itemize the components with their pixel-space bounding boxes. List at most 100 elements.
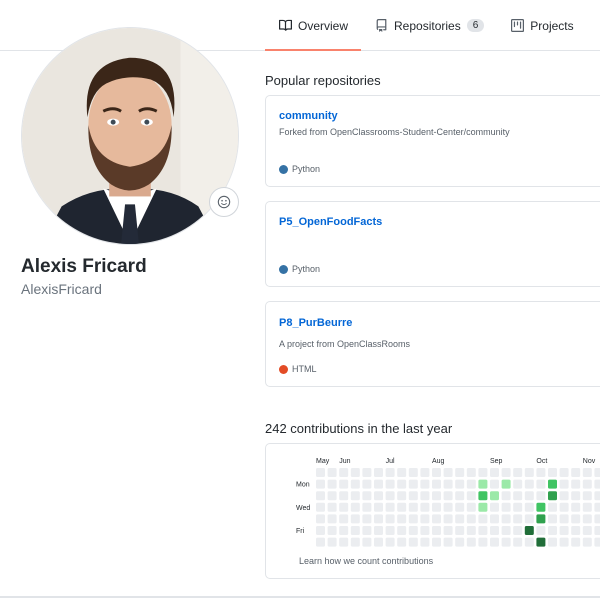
contribution-day[interactable] [432, 502, 441, 512]
contribution-day[interactable] [350, 537, 360, 547]
contribution-day[interactable] [536, 479, 546, 489]
contribution-day[interactable] [374, 537, 383, 547]
contribution-day[interactable] [594, 479, 600, 489]
repo-link[interactable]: community [279, 110, 338, 122]
contribution-day[interactable] [327, 502, 337, 512]
contribution-day[interactable] [466, 537, 476, 547]
contribution-day[interactable] [397, 491, 407, 501]
contribution-day[interactable] [536, 491, 546, 501]
contribution-day[interactable] [455, 514, 465, 524]
contribution-day[interactable] [362, 491, 372, 501]
contribution-day[interactable] [350, 479, 360, 489]
contribution-day[interactable] [466, 502, 476, 512]
contribution-day[interactable] [548, 468, 557, 477]
contribution-day[interactable] [490, 537, 499, 547]
contribution-day[interactable] [466, 479, 476, 489]
contribution-day[interactable] [594, 526, 600, 535]
contribution-day[interactable] [513, 468, 523, 477]
contribution-day[interactable] [490, 491, 499, 501]
contribution-day[interactable] [455, 502, 465, 512]
contribution-day[interactable] [524, 502, 534, 512]
contribution-day[interactable] [362, 514, 372, 524]
contribution-day[interactable] [374, 491, 383, 501]
tab-projects[interactable]: Projects [497, 0, 586, 51]
contribution-day[interactable] [582, 537, 592, 547]
contribution-day[interactable] [594, 502, 600, 512]
set-status-button[interactable] [209, 187, 239, 217]
tab-overview[interactable]: Overview [265, 0, 362, 51]
contribution-day[interactable] [582, 479, 592, 489]
contribution-day[interactable] [316, 526, 325, 535]
contribution-day[interactable] [443, 491, 453, 501]
contribution-day[interactable] [490, 502, 499, 512]
contribution-day[interactable] [339, 468, 349, 477]
contribution-day[interactable] [524, 479, 534, 489]
contribution-day[interactable] [327, 491, 337, 501]
contribution-day[interactable] [582, 526, 592, 535]
contribution-day[interactable] [443, 526, 453, 535]
contribution-day[interactable] [501, 479, 511, 489]
contribution-day[interactable] [339, 491, 349, 501]
contribution-day[interactable] [571, 514, 581, 524]
contribution-day[interactable] [316, 514, 325, 524]
contribution-day[interactable] [559, 526, 569, 535]
contribution-day[interactable] [327, 479, 337, 489]
contribution-day[interactable] [501, 502, 511, 512]
contribution-day[interactable] [455, 491, 465, 501]
contribution-day[interactable] [536, 502, 546, 512]
contribution-day[interactable] [316, 491, 325, 501]
contribution-day[interactable] [432, 491, 441, 501]
contribution-day[interactable] [432, 537, 441, 547]
contribution-day[interactable] [536, 468, 546, 477]
contribution-day[interactable] [362, 468, 372, 477]
contribution-day[interactable] [397, 514, 407, 524]
contribution-day[interactable] [571, 502, 581, 512]
contribution-day[interactable] [582, 514, 592, 524]
contribution-day[interactable] [362, 526, 372, 535]
contribution-day[interactable] [501, 468, 511, 477]
contribution-day[interactable] [408, 537, 418, 547]
contribution-day[interactable] [594, 491, 600, 501]
contribution-day[interactable] [513, 526, 523, 535]
contribution-day[interactable] [548, 502, 557, 512]
contribution-day[interactable] [501, 537, 511, 547]
contribution-day[interactable] [339, 514, 349, 524]
contribution-day[interactable] [397, 479, 407, 489]
contribution-day[interactable] [559, 502, 569, 512]
contribution-day[interactable] [397, 537, 407, 547]
contribution-day[interactable] [432, 479, 441, 489]
contribution-day[interactable] [478, 502, 488, 512]
contribution-day[interactable] [466, 514, 476, 524]
contribution-day[interactable] [443, 537, 453, 547]
contribution-day[interactable] [350, 502, 360, 512]
contribution-day[interactable] [559, 491, 569, 501]
contribution-day[interactable] [316, 468, 325, 477]
contribution-day[interactable] [420, 526, 430, 535]
contribution-day[interactable] [501, 526, 511, 535]
contribution-day[interactable] [350, 526, 360, 535]
contribution-day[interactable] [559, 479, 569, 489]
contribution-day[interactable] [594, 514, 600, 524]
contribution-day[interactable] [582, 502, 592, 512]
contribution-day[interactable] [374, 479, 383, 489]
contribution-day[interactable] [490, 468, 499, 477]
contribution-day[interactable] [385, 468, 395, 477]
contribution-day[interactable] [513, 537, 523, 547]
contribution-day[interactable] [490, 526, 499, 535]
contribution-day[interactable] [327, 526, 337, 535]
contribution-day[interactable] [513, 502, 523, 512]
repo-link[interactable]: P8_PurBeurre [279, 317, 352, 329]
contribution-day[interactable] [466, 468, 476, 477]
contribution-day[interactable] [420, 514, 430, 524]
contribution-day[interactable] [524, 537, 534, 547]
contribution-day[interactable] [374, 514, 383, 524]
contribution-day[interactable] [490, 514, 499, 524]
contribution-day[interactable] [374, 502, 383, 512]
contribution-day[interactable] [548, 514, 557, 524]
contribution-day[interactable] [478, 468, 488, 477]
contribution-day[interactable] [374, 526, 383, 535]
contribution-day[interactable] [432, 468, 441, 477]
contribution-day[interactable] [316, 537, 325, 547]
contribution-day[interactable] [571, 491, 581, 501]
contribution-day[interactable] [327, 468, 337, 477]
